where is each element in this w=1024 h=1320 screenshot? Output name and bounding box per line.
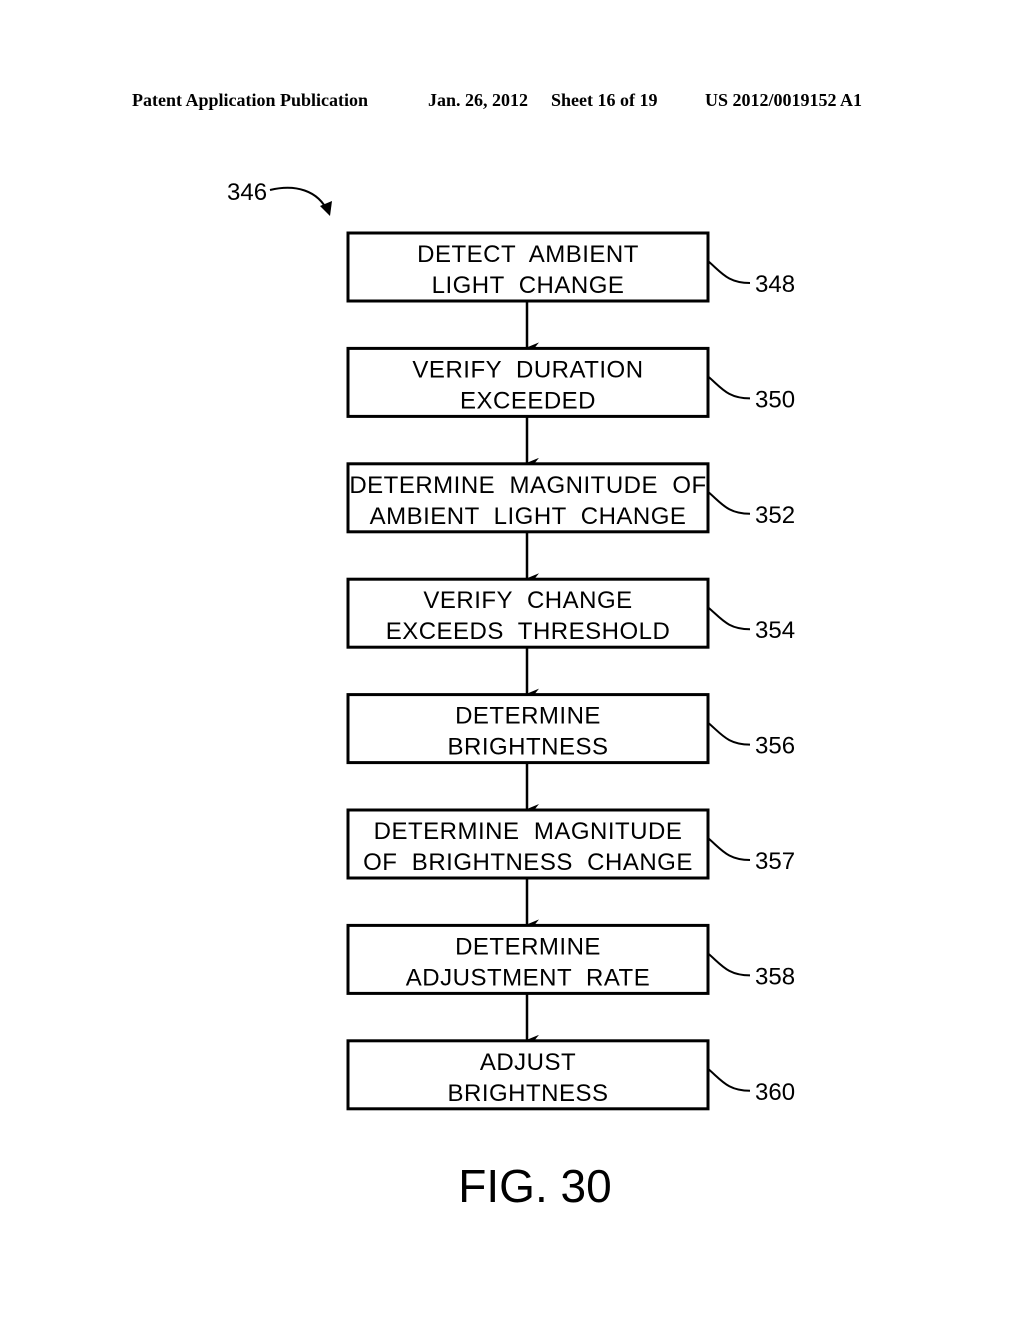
step-text-line: BRIGHTNESS bbox=[447, 734, 608, 761]
flowchart: 346 DETECT AMBIENT LIGHT CHANGE 348 VERIFY … bbox=[227, 179, 795, 1212]
step-ref-number: 348 bbox=[755, 271, 795, 298]
flowchart-step: DETERMINE MAGNITUDE OF BRIGHTNESS CHANGE 3… bbox=[346, 808, 795, 930]
step-text-line: AMBIENT LIGHT CHANGE bbox=[370, 503, 687, 530]
step-ref-number: 352 bbox=[755, 502, 795, 529]
step-leader-line bbox=[707, 491, 751, 515]
step-ref-number: 357 bbox=[755, 848, 795, 875]
step-leader-line bbox=[707, 606, 751, 631]
flowchart-step: VERIFY DURATION EXCEEDED 350 bbox=[346, 346, 795, 468]
flowchart-step: DETECT AMBIENT LIGHT CHANGE 348 bbox=[346, 231, 795, 353]
step-leader-line bbox=[707, 375, 751, 400]
step-leader-line bbox=[707, 952, 751, 977]
flowchart-ref-label: 346 bbox=[227, 179, 267, 206]
step-ref-number: 356 bbox=[755, 733, 795, 760]
step-text-line: DETECT AMBIENT bbox=[417, 241, 639, 268]
figure-label: FIG. 30 bbox=[458, 1160, 611, 1212]
step-text-line: BRIGHTNESS bbox=[447, 1080, 608, 1107]
flowchart-step: DETERMINE MAGNITUDE OF AMBIENT LIGHT CHAN… bbox=[346, 462, 795, 584]
step-text-line: DETERMINE bbox=[455, 703, 601, 730]
step-ref-number: 360 bbox=[755, 1079, 795, 1106]
step-leader-line bbox=[707, 837, 751, 861]
step-text-line: EXCEEDS THRESHOLD bbox=[386, 618, 671, 645]
step-text-line: EXCEEDED bbox=[460, 387, 596, 414]
flowchart-step: VERIFY CHANGE EXCEEDS THRESHOLD 354 bbox=[346, 577, 795, 699]
step-leader-line bbox=[707, 1068, 751, 1092]
step-leader-line bbox=[707, 721, 751, 746]
flowchart-step: DETERMINE ADJUSTMENT RATE 358 bbox=[346, 923, 795, 1045]
step-leader-line bbox=[707, 260, 751, 284]
step-ref-number: 354 bbox=[755, 617, 795, 644]
step-text-line: LIGHT CHANGE bbox=[432, 272, 625, 299]
step-text-line: ADJUSTMENT RATE bbox=[406, 964, 650, 991]
step-text-line: OF BRIGHTNESS CHANGE bbox=[363, 849, 693, 876]
flowchart-step: DETERMINE BRIGHTNESS 356 bbox=[346, 693, 795, 814]
step-text-line: ADJUST bbox=[480, 1049, 576, 1076]
step-text-line: VERIFY CHANGE bbox=[423, 587, 632, 614]
flowchart-ref-arrow bbox=[269, 186, 329, 213]
step-text-line: DETERMINE bbox=[455, 933, 601, 960]
step-text-line: VERIFY DURATION bbox=[412, 356, 643, 383]
step-ref-number: 358 bbox=[755, 963, 795, 990]
step-text-line: DETERMINE MAGNITUDE bbox=[374, 818, 683, 845]
step-text-line: DETERMINE MAGNITUDE OF bbox=[349, 472, 706, 499]
flowchart-step: ADJUST BRIGHTNESS 360 bbox=[346, 1039, 795, 1111]
step-ref-number: 350 bbox=[755, 386, 795, 413]
